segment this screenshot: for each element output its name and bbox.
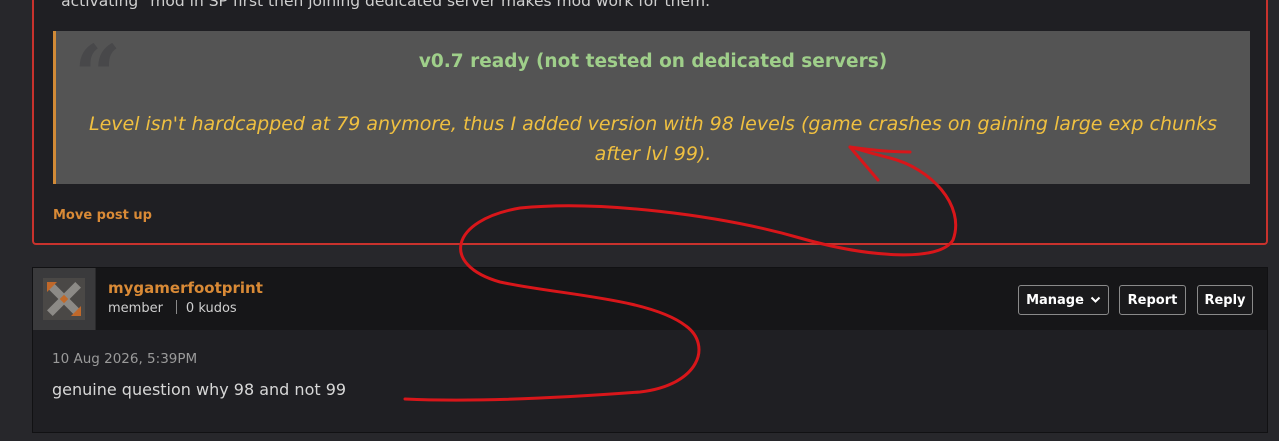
chevron-down-icon	[1090, 296, 1101, 303]
avatar[interactable]	[33, 268, 96, 330]
move-post-up-link[interactable]: Move post up	[53, 208, 152, 223]
avatar-icon	[43, 278, 85, 320]
quote-icon: “	[74, 28, 122, 124]
blockquote: “ v0.7 ready (not tested on dedicated se…	[53, 31, 1250, 184]
report-button[interactable]: Report	[1119, 285, 1186, 315]
meta-divider	[175, 300, 177, 314]
username-link[interactable]: mygamerfootprint	[108, 279, 263, 297]
kudos-count: 0 kudos	[185, 301, 237, 316]
user-role: member	[108, 301, 163, 316]
comment-body: genuine question why 98 and not 99	[52, 380, 347, 399]
comment-timestamp: 10 Aug 2026, 5:39PM	[52, 351, 198, 367]
highlighted-post: "activating" mod in SP first then joinin…	[32, 0, 1268, 245]
manage-button[interactable]: Manage	[1018, 285, 1109, 315]
reply-button[interactable]: Reply	[1197, 285, 1253, 315]
manage-label: Manage	[1026, 292, 1084, 308]
comment: mygamerfootprint member 0 kudos Manage Re…	[32, 267, 1268, 433]
quote-body: Level isn't hardcapped at 79 anymore, th…	[89, 113, 1217, 165]
comment-header: mygamerfootprint member 0 kudos Manage Re…	[33, 268, 1267, 330]
user-meta: member 0 kudos	[108, 300, 237, 316]
post-text-fragment: "activating" mod in SP first then joinin…	[54, 0, 711, 10]
quote-title: v0.7 ready (not tested on dedicated serv…	[418, 51, 888, 72]
